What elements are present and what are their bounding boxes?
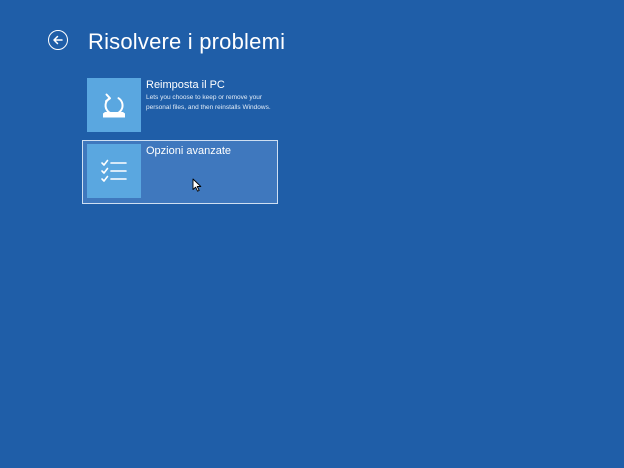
advanced-options-tile	[87, 144, 141, 198]
advanced-options-option[interactable]: Opzioni avanzate	[82, 140, 278, 204]
back-button[interactable]	[48, 30, 68, 50]
reset-pc-option[interactable]: Reimposta il PC Lets you choose to keep …	[82, 74, 278, 138]
page-title: Risolvere i problemi	[88, 29, 286, 54]
checklist-icon	[101, 159, 127, 182]
mouse-cursor-icon	[192, 178, 202, 192]
advanced-options-title: Opzioni avanzate	[146, 145, 231, 157]
arrow-left-icon	[53, 35, 63, 45]
reset-pc-description: Lets you choose to keep or remove your p…	[146, 94, 271, 111]
reset-pc-tile	[87, 78, 141, 132]
reset-pc-icon	[103, 93, 125, 118]
reset-pc-title: Reimposta il PC	[146, 79, 225, 91]
